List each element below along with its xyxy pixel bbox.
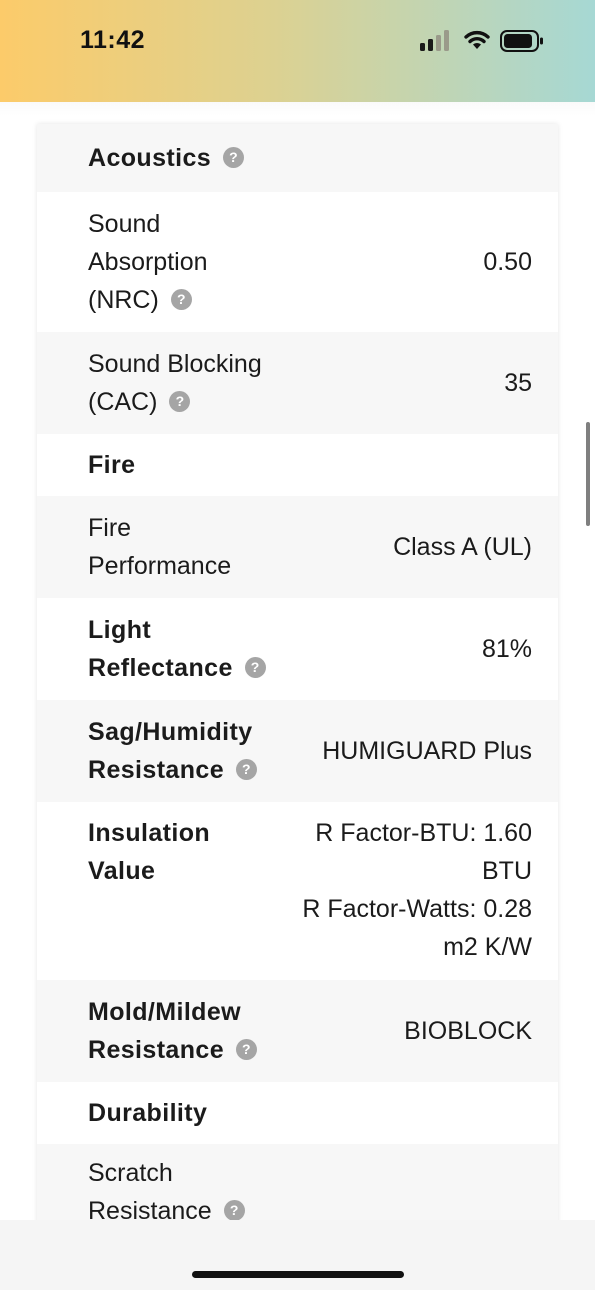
spec-value: 0.50 [483, 248, 532, 276]
specifications-table: Acoustics? Sound Absorption (NRC)? 0.50 … [37, 124, 558, 1220]
clock: 11:42 [80, 26, 146, 54]
spec-value-watts: R Factor-Watts: 0.28 m2 K/W [302, 895, 532, 961]
wifi-icon [464, 30, 490, 49]
vertical-scrollbar[interactable] [586, 422, 590, 526]
spec-value: 35 [504, 369, 532, 397]
spec-label: Mold/Mildew Resistance [88, 998, 241, 1064]
spec-row-scratch-resistance: Scratch Resistance? [37, 1144, 558, 1220]
spec-value: 81% [481, 635, 532, 663]
acoustics-help-icon[interactable]: ? [223, 146, 245, 168]
section-header-durability: Durability [37, 1082, 558, 1144]
section-title-fire: Fire [88, 451, 136, 479]
spec-row-sound-blocking: Sound Blocking (CAC)? 35 [37, 332, 558, 434]
cac-help-icon[interactable]: ? [169, 390, 191, 412]
section-header-fire: Fire [37, 434, 558, 496]
light-reflectance-help-icon[interactable]: ? [244, 656, 266, 678]
status-bar: 11:42 [0, 0, 595, 102]
home-indicator-area [0, 1220, 595, 1290]
spec-row-mold-mildew: Mold/Mildew Resistance? BIOBLOCK [37, 980, 558, 1082]
spec-value: Class A (UL) [393, 533, 532, 561]
specifications-scroll-area[interactable]: Acoustics? Sound Absorption (NRC)? 0.50 … [0, 102, 595, 1220]
spec-value-btu: R Factor-BTU: 1.60 BTU [315, 819, 532, 885]
spec-row-fire-performance: Fire Performance Class A (UL) [37, 496, 558, 598]
spec-label: Fire Performance [88, 514, 232, 580]
spec-label: Insulation Value [88, 819, 211, 885]
spec-label: Scratch Resistance [88, 1159, 212, 1220]
spec-row-insulation: Insulation Value R Factor-BTU: 1.60 BTU … [37, 802, 558, 980]
spec-label: Light Reflectance [88, 616, 233, 682]
spec-value: BIOBLOCK [404, 1017, 532, 1045]
spec-row-sound-absorption: Sound Absorption (NRC)? 0.50 [37, 192, 558, 332]
spec-row-sag-humidity: Sag/Humidity Resistance? HUMIGUARD Plus [37, 700, 558, 802]
section-title-durability: Durability [88, 1099, 208, 1127]
cellular-signal-icon [420, 29, 454, 51]
section-header-acoustics: Acoustics? [37, 124, 558, 192]
section-title-acoustics: Acoustics [88, 144, 212, 172]
mold-mildew-help-icon[interactable]: ? [236, 1038, 258, 1060]
spec-row-light-reflectance: Light Reflectance? 81% [37, 598, 558, 700]
spec-label: Sag/Humidity Resistance [88, 718, 253, 784]
battery-icon [500, 30, 543, 52]
scratch-help-icon[interactable]: ? [223, 1199, 245, 1220]
nrc-help-icon[interactable]: ? [170, 288, 192, 310]
sag-humidity-help-icon[interactable]: ? [236, 758, 258, 780]
home-indicator[interactable] [192, 1271, 404, 1278]
spec-value: HUMIGUARD Plus [322, 737, 532, 765]
